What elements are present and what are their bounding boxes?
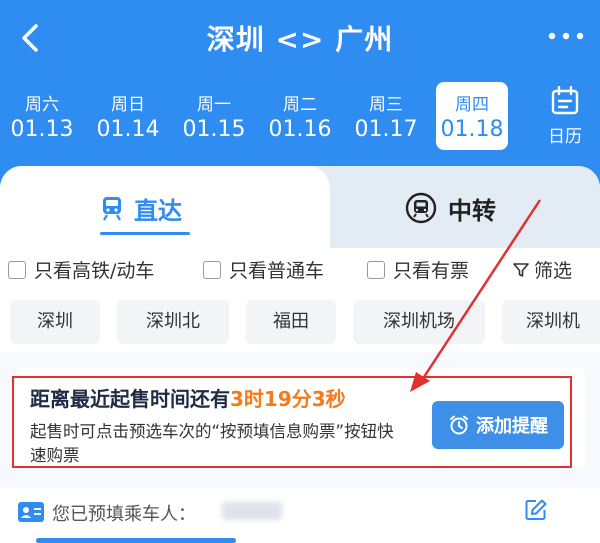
date-value: 01.17 xyxy=(354,117,418,142)
funnel-icon xyxy=(513,262,529,277)
tab-underline xyxy=(100,232,190,235)
station-chip[interactable]: 深圳 xyxy=(10,300,100,344)
checkbox xyxy=(367,260,385,279)
id-card-icon xyxy=(18,502,44,522)
edit-icon[interactable] xyxy=(524,498,548,522)
date-tab-0118[interactable]: 周四 01.18 xyxy=(436,82,508,150)
add-reminder-label: 添加提醒 xyxy=(476,416,548,437)
filter-bar: 只看高铁/动车 只看普通车 只看有票 筛选 xyxy=(0,248,600,294)
date-value: 01.15 xyxy=(182,117,246,142)
date-tab-0114[interactable]: 周日 01.14 xyxy=(92,82,164,150)
date-weekday: 周三 xyxy=(369,95,403,115)
station-chips: 深圳 深圳北 福田 深圳机场 深圳机 xyxy=(0,294,600,352)
add-reminder-button[interactable]: 添加提醒 xyxy=(432,401,564,449)
date-tab-0116[interactable]: 周二 01.16 xyxy=(264,82,336,150)
checkbox xyxy=(8,260,26,279)
passenger-name-redacted xyxy=(222,502,282,520)
tab-transfer-label: 中转 xyxy=(448,196,496,225)
station-chip[interactable]: 深圳机 xyxy=(502,300,600,344)
filter-screen-button[interactable]: 筛选 xyxy=(512,256,572,283)
train-icon xyxy=(103,197,121,221)
scroll-indicator xyxy=(36,538,236,543)
passenger-row[interactable]: 您已预填乘车人： xyxy=(0,488,600,543)
notice-description: 起售时可点击预选车次的“按预填信息购票”按钮快速购票 xyxy=(30,422,394,465)
date-value: 01.16 xyxy=(268,117,332,142)
page-title: 深圳 <> 广州 xyxy=(206,23,394,56)
filter-label: 只看有票 xyxy=(393,260,470,282)
filter-available[interactable]: 只看有票 xyxy=(367,256,469,283)
date-tab-0113[interactable]: 周六 01.13 xyxy=(6,82,78,150)
date-weekday: 周一 xyxy=(197,95,231,115)
date-weekday: 周日 xyxy=(111,95,145,115)
date-value: 01.14 xyxy=(96,117,160,142)
filter-label: 只看普通车 xyxy=(229,260,325,282)
filter-label: 筛选 xyxy=(534,260,573,282)
date-tab-0117[interactable]: 周三 01.17 xyxy=(350,82,422,150)
transfer-train-icon xyxy=(405,192,437,224)
date-tab-0115[interactable]: 周一 01.15 xyxy=(178,82,250,150)
filter-normal-train[interactable]: 只看普通车 xyxy=(203,256,324,283)
tab-direct-label: 直达 xyxy=(134,196,182,225)
main-panel: 直达 中转 只看高铁/动车 只看普通车 只看有票 筛选 深圳 深圳北 福田 深圳… xyxy=(0,166,600,543)
station-chip[interactable]: 深圳机场 xyxy=(353,300,485,344)
countdown-timer: 3时19分3秒 xyxy=(230,387,346,411)
station-chip[interactable]: 深圳北 xyxy=(117,300,229,344)
calendar-button[interactable]: 日历 xyxy=(537,85,593,147)
passenger-label: 您已预填乘车人： xyxy=(52,504,196,525)
date-weekday: 周二 xyxy=(283,95,317,115)
notice-title-prefix: 距离最近起售时间还有 xyxy=(30,387,230,411)
checkbox xyxy=(203,260,221,279)
date-weekday: 周四 xyxy=(455,95,489,115)
date-value: 01.18 xyxy=(440,117,504,142)
station-chip[interactable]: 福田 xyxy=(246,300,336,344)
filter-label: 只看高铁/动车 xyxy=(34,260,155,282)
tab-transfer[interactable]: 中转 xyxy=(404,188,496,228)
more-icon[interactable] xyxy=(546,26,586,46)
date-weekday: 周六 xyxy=(25,95,59,115)
notice-title: 距离最近起售时间还有3时19分3秒 xyxy=(30,383,346,412)
filter-high-speed[interactable]: 只看高铁/动车 xyxy=(8,256,154,283)
date-value: 01.13 xyxy=(10,117,74,142)
calendar-icon xyxy=(551,85,579,115)
calendar-label: 日历 xyxy=(548,127,582,147)
tab-direct[interactable]: 直达 xyxy=(100,188,190,235)
alarm-clock-icon xyxy=(450,415,468,435)
date-selector: 周六 01.13 周日 01.14 周一 01.15 周二 01.16 周三 0… xyxy=(0,82,600,152)
